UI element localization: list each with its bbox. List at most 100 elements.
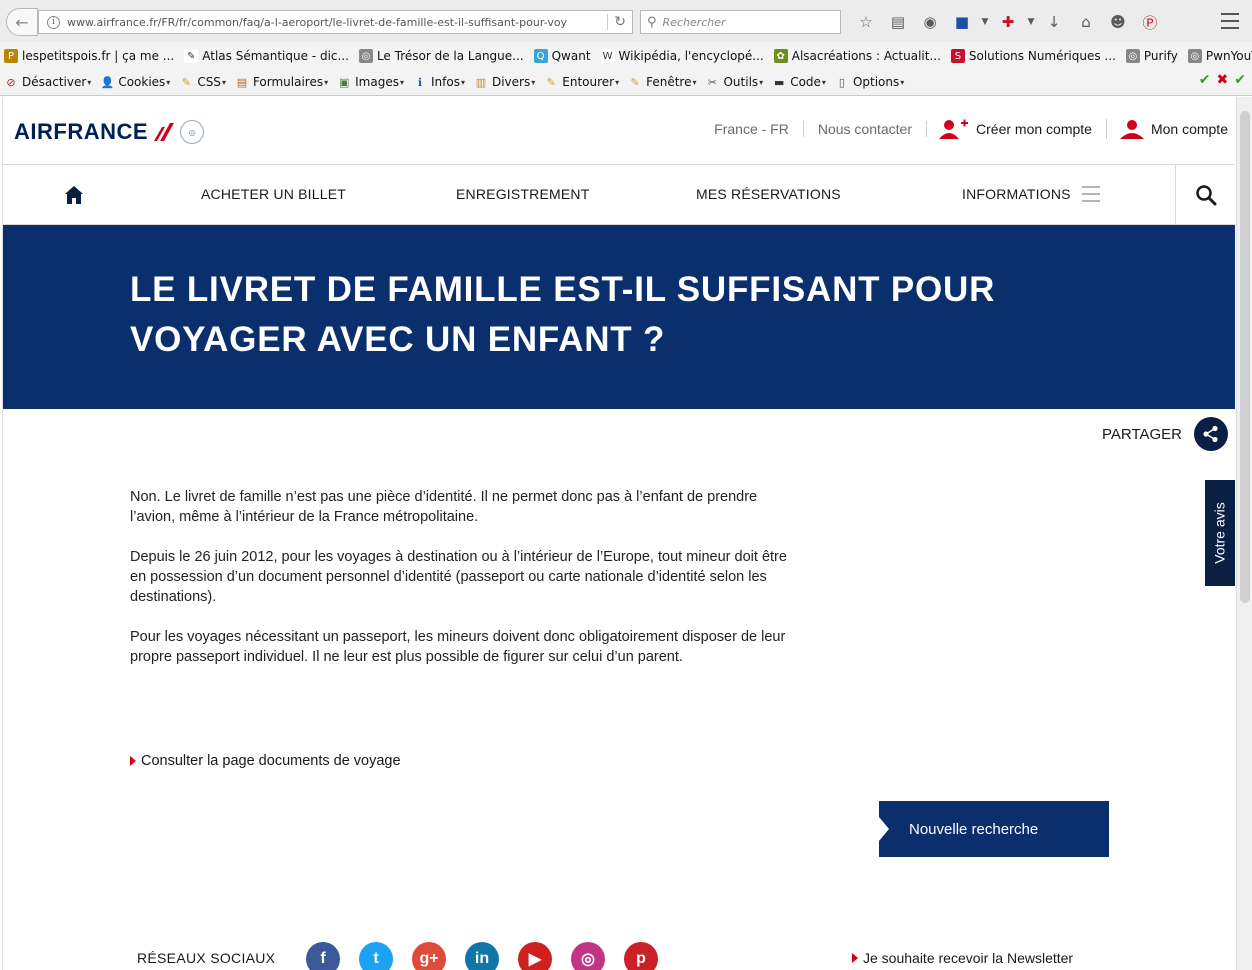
dev-menu-label: Code xyxy=(790,75,821,89)
reading-list-icon[interactable]: ▤ xyxy=(882,12,914,32)
chat-icon[interactable]: ☻ xyxy=(1102,12,1134,32)
dev-tool-icon: ▤ xyxy=(236,75,248,89)
dev-menu-8[interactable]: ✎ Fenêtre ▾ xyxy=(628,75,696,89)
dev-menu-7[interactable]: ✎ Entourer ▾ xyxy=(544,75,619,89)
page-scrollbar[interactable] xyxy=(1236,97,1252,970)
dev-tool-icon: ▬ xyxy=(773,75,785,89)
bookmark-item[interactable]: ✿ Alsacréations : Actualit... xyxy=(773,49,941,63)
check-icon[interactable]: ✔ xyxy=(1234,72,1246,88)
pocket-icon[interactable]: ◉ xyxy=(914,12,946,32)
dev-tool-icon: ▥ xyxy=(475,75,487,89)
nav-my-bookings[interactable]: MES RÉSERVATIONS xyxy=(696,186,841,202)
nav-buy-ticket[interactable]: ACHETER UN BILLET xyxy=(201,186,346,202)
bookmark-item[interactable]: Plespetitspois.fr | ça me ... xyxy=(4,49,174,63)
bookmark-item[interactable]: ◎ Purify xyxy=(1125,49,1178,63)
address-bar[interactable]: i www.airfrance.fr/FR/fr/common/faq/a-l-… xyxy=(38,10,633,34)
header-links: France - FR Nous contacter Créer mon com… xyxy=(700,119,1228,139)
caret-down-icon: ▾ xyxy=(692,77,697,87)
error-icon[interactable]: ✖ xyxy=(1217,72,1229,88)
caret-down-icon: ▾ xyxy=(900,77,905,87)
nav-check-in[interactable]: ENREGISTREMENT xyxy=(456,186,589,202)
star-icon[interactable]: ☆ xyxy=(850,12,882,32)
instagram-icon[interactable]: ◎ xyxy=(571,942,605,970)
dev-menu-label: Formulaires xyxy=(252,75,324,89)
share-label: PARTAGER xyxy=(1102,425,1183,443)
new-search-button[interactable]: Nouvelle recherche xyxy=(879,801,1109,857)
dev-tool-icon: 👤 xyxy=(100,75,115,89)
dev-menu-3[interactable]: ▤ Formulaires ▾ xyxy=(235,75,328,89)
dev-tool-icon: ✂ xyxy=(707,75,718,89)
share-control[interactable]: PARTAGER xyxy=(1102,417,1229,451)
dev-menu-2[interactable]: ✎ CSS ▾ xyxy=(179,75,226,89)
bookmark-label: Purify xyxy=(1143,49,1178,63)
home-icon[interactable]: ⌂ xyxy=(1070,12,1102,32)
chevron-down-icon[interactable]: ▼ xyxy=(978,12,992,32)
scrollbar-thumb[interactable] xyxy=(1240,111,1250,603)
locale-link[interactable]: France - FR xyxy=(700,121,804,137)
bookmark-item[interactable]: W Wikipédia, l'encyclopé... xyxy=(600,49,764,63)
pinterest-icon[interactable]: Ⓟ xyxy=(1134,12,1166,32)
dev-menu-label: Images xyxy=(355,75,399,89)
newsletter-link[interactable]: Je souhaite recevoir la Newsletter xyxy=(852,950,1073,966)
create-account-label: Créer mon compte xyxy=(976,121,1092,137)
travel-documents-link[interactable]: Consulter la page documents de voyage xyxy=(130,753,401,769)
save-icon[interactable]: ■ xyxy=(946,12,978,32)
search-icon xyxy=(1196,185,1217,206)
bookmark-label: Le Trésor de la Langue... xyxy=(376,49,524,63)
dev-menu-5[interactable]: ℹ Infos ▾ xyxy=(413,75,465,89)
info-icon[interactable]: i xyxy=(47,15,60,29)
search-icon: ⚲ xyxy=(647,14,657,30)
feedback-tab[interactable]: Votre avis xyxy=(1205,480,1235,586)
twitter-icon[interactable]: t xyxy=(359,942,393,970)
create-account-link[interactable]: Créer mon compte xyxy=(927,119,1107,139)
bookmark-item[interactable]: Q Qwant xyxy=(533,49,591,63)
reload-icon[interactable]: ↻ xyxy=(607,14,626,30)
bookmark-item[interactable]: ◎PwnYouTube xyxy=(1187,49,1252,63)
google-plus-icon[interactable]: g+ xyxy=(412,942,446,970)
youtube-icon[interactable]: ▶ xyxy=(518,942,552,970)
browser-toolbar: ← i www.airfrance.fr/FR/fr/common/faq/a-… xyxy=(0,0,1252,42)
bookmark-favicon-icon: P xyxy=(4,49,18,63)
dev-tool-icon: ✎ xyxy=(181,75,191,89)
bookmark-item[interactable]: ✎ Atlas Sémantique - dic... xyxy=(184,49,349,63)
site-search-button[interactable] xyxy=(1175,165,1235,225)
bookmarks-bar: Plespetitspois.fr | ça me ... ✎ Atlas Séma… xyxy=(0,44,1252,68)
chevron-down-icon[interactable]: ▼ xyxy=(1024,12,1038,32)
dev-menu-9[interactable]: ✂ Outils ▾ xyxy=(705,75,763,89)
home-icon[interactable] xyxy=(63,185,85,205)
dev-menu-6[interactable]: ▥ Divers ▾ xyxy=(474,75,535,89)
hamburger-menu-icon[interactable] xyxy=(1216,11,1244,31)
contact-link[interactable]: Nous contacter xyxy=(804,121,928,137)
dev-status-icons: ✔ ✖ ✔ xyxy=(1199,72,1246,88)
facebook-icon[interactable]: f xyxy=(306,942,340,970)
caret-down-icon: ▾ xyxy=(399,77,404,87)
dev-menu-label: Fenêtre xyxy=(646,75,692,89)
user-icon xyxy=(1119,120,1144,139)
first-aid-icon[interactable]: ✚ xyxy=(992,12,1024,32)
menu-icon[interactable] xyxy=(1082,186,1100,202)
download-icon[interactable]: ↓ xyxy=(1038,12,1070,32)
dev-menu-1[interactable]: 👤 Cookies ▾ xyxy=(100,75,170,89)
bookmark-item[interactable]: ◎ Le Trésor de la Langue... xyxy=(358,49,524,63)
site-header: AIRFRANCE ◎ France - FR Nous contacter C… xyxy=(3,97,1235,165)
browser-search-input[interactable]: ⚲ Rechercher xyxy=(640,10,841,34)
dev-menu-10[interactable]: ▬ Code ▾ xyxy=(772,75,826,89)
check-icon[interactable]: ✔ xyxy=(1199,72,1211,88)
pinterest-icon[interactable]: p xyxy=(624,942,658,970)
bookmark-label: Wikipédia, l'encyclopé... xyxy=(618,49,764,63)
back-button[interactable]: ← xyxy=(6,8,38,36)
nav-information[interactable]: INFORMATIONS xyxy=(962,186,1071,202)
bookmark-favicon-icon: S xyxy=(950,49,965,63)
linkedin-icon[interactable]: in xyxy=(465,942,499,970)
share-button[interactable] xyxy=(1194,417,1229,451)
dev-menu-0[interactable]: ⊘ Désactiver ▾ xyxy=(4,75,91,89)
skyteam-seal-icon: ◎ xyxy=(180,120,205,144)
airfrance-logo[interactable]: AIRFRANCE ◎ xyxy=(14,119,205,145)
article-paragraph: Pour les voyages nécessitant un passepor… xyxy=(130,629,786,665)
my-account-link[interactable]: Mon compte xyxy=(1107,119,1228,139)
dev-menu-11[interactable]: ▯ Options ▾ xyxy=(835,75,904,89)
dev-tool-icon: ✎ xyxy=(630,75,640,89)
bookmark-item[interactable]: S Solutions Numériques ... xyxy=(950,49,1116,63)
dev-menu-4[interactable]: ▣ Images ▾ xyxy=(337,75,404,89)
dev-menu-label: Désactiver xyxy=(22,75,87,89)
